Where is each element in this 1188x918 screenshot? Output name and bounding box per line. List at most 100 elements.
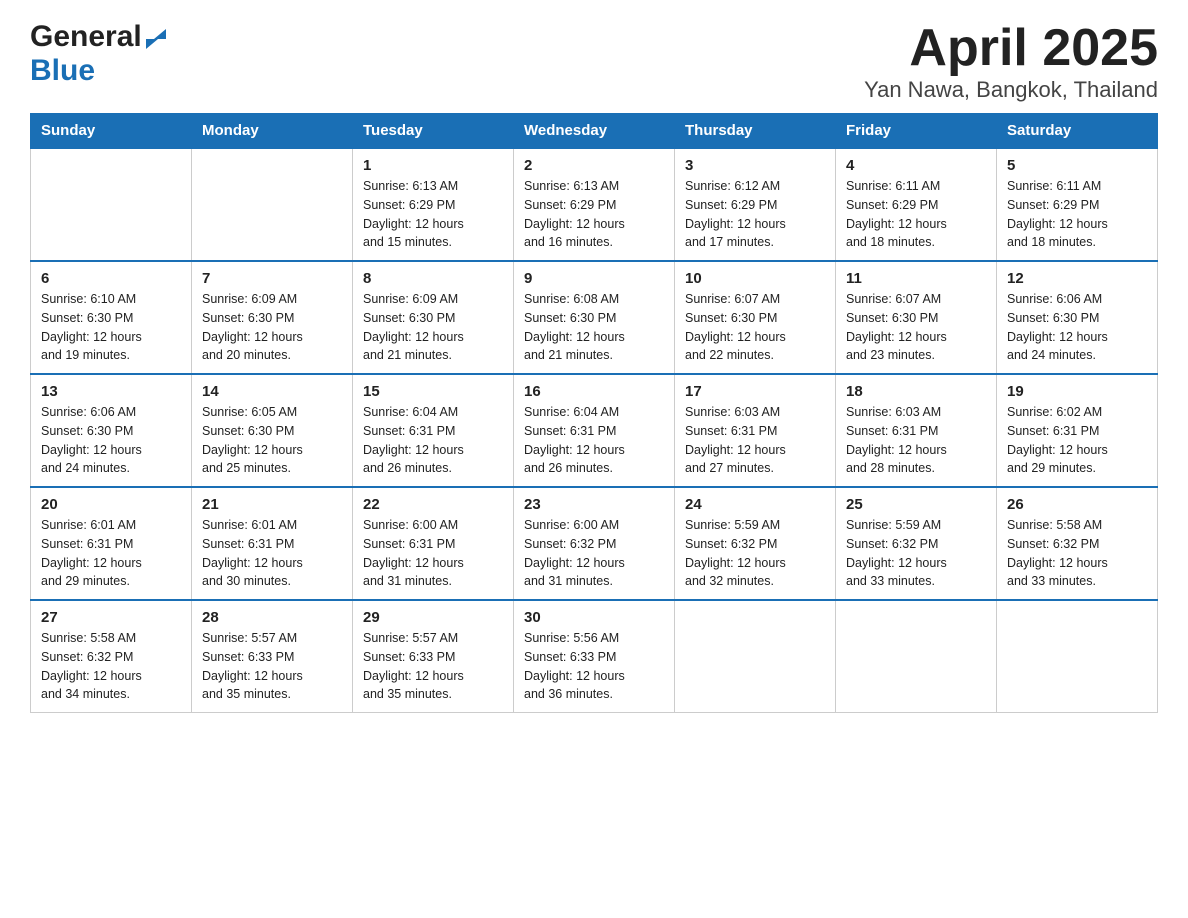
calendar-cell [997,600,1158,713]
day-info: Sunrise: 5:58 AMSunset: 6:32 PMDaylight:… [41,629,181,704]
day-info: Sunrise: 6:07 AMSunset: 6:30 PMDaylight:… [846,290,986,365]
day-info: Sunrise: 6:07 AMSunset: 6:30 PMDaylight:… [685,290,825,365]
day-number: 14 [202,383,342,400]
calendar-cell: 7 Sunrise: 6:09 AMSunset: 6:30 PMDaylight… [192,261,353,374]
calendar-table: SundayMondayTuesdayWednesdayThursdayFrid… [30,113,1158,713]
day-number: 7 [202,270,342,287]
calendar-cell: 26 Sunrise: 5:58 AMSunset: 6:32 PMDayligh… [997,487,1158,600]
day-info: Sunrise: 6:09 AMSunset: 6:30 PMDaylight:… [202,290,342,365]
header-friday: Friday [836,114,997,149]
calendar-cell: 14 Sunrise: 6:05 AMSunset: 6:30 PMDayligh… [192,374,353,487]
day-number: 9 [524,270,664,287]
header-thursday: Thursday [675,114,836,149]
logo-blue-text: Blue [30,54,95,87]
header-wednesday: Wednesday [514,114,675,149]
calendar-cell: 30Sunrise: 5:56 AMSunset: 6:33 PMDayligh… [514,600,675,713]
day-number: 24 [685,496,825,513]
day-info: Sunrise: 5:57 AMSunset: 6:33 PMDaylight:… [202,629,342,704]
calendar-cell: 8Sunrise: 6:09 AMSunset: 6:30 PMDaylight… [353,261,514,374]
calendar-week-row: 20 Sunrise: 6:01 AMSunset: 6:31 PMDayligh… [31,487,1158,600]
day-info: Sunrise: 6:03 AMSunset: 6:31 PMDaylight:… [685,403,825,478]
calendar-cell: 9 Sunrise: 6:08 AMSunset: 6:30 PMDaylight… [514,261,675,374]
day-number: 5 [1007,157,1147,174]
day-info: Sunrise: 6:06 AMSunset: 6:30 PMDaylight:… [41,403,181,478]
day-number: 20 [41,496,181,513]
calendar-cell: 25 Sunrise: 5:59 AMSunset: 6:32 PMDayligh… [836,487,997,600]
calendar-cell: 11 Sunrise: 6:07 AMSunset: 6:30 PMDayligh… [836,261,997,374]
day-info: Sunrise: 6:13 AMSunset: 6:29 PMDaylight:… [363,177,503,252]
calendar-week-row: 1 Sunrise: 6:13 AMSunset: 6:29 PMDaylight… [31,148,1158,261]
day-number: 8 [363,270,503,287]
day-number: 25 [846,496,986,513]
calendar-cell: 2Sunrise: 6:13 AMSunset: 6:29 PMDaylight… [514,148,675,261]
calendar-cell [31,148,192,261]
calendar-cell: 15 Sunrise: 6:04 AMSunset: 6:31 PMDayligh… [353,374,514,487]
day-info: Sunrise: 6:04 AMSunset: 6:31 PMDaylight:… [363,403,503,478]
calendar-cell: 1 Sunrise: 6:13 AMSunset: 6:29 PMDaylight… [353,148,514,261]
calendar-cell [675,600,836,713]
day-number: 30 [524,609,664,626]
day-info: Sunrise: 6:00 AMSunset: 6:32 PMDaylight:… [524,516,664,591]
calendar-cell: 24Sunrise: 5:59 AMSunset: 6:32 PMDayligh… [675,487,836,600]
calendar-cell: 29 Sunrise: 5:57 AMSunset: 6:33 PMDayligh… [353,600,514,713]
day-number: 12 [1007,270,1147,287]
day-number: 17 [685,383,825,400]
calendar-cell: 5Sunrise: 6:11 AMSunset: 6:29 PMDaylight… [997,148,1158,261]
day-number: 11 [846,270,986,287]
calendar-cell: 27 Sunrise: 5:58 AMSunset: 6:32 PMDayligh… [31,600,192,713]
day-info: Sunrise: 5:57 AMSunset: 6:33 PMDaylight:… [363,629,503,704]
day-number: 19 [1007,383,1147,400]
header-saturday: Saturday [997,114,1158,149]
calendar-cell: 28 Sunrise: 5:57 AMSunset: 6:33 PMDayligh… [192,600,353,713]
calendar-cell: 19 Sunrise: 6:02 AMSunset: 6:31 PMDayligh… [997,374,1158,487]
calendar-week-row: 6Sunrise: 6:10 AMSunset: 6:30 PMDaylight… [31,261,1158,374]
calendar-cell: 10Sunrise: 6:07 AMSunset: 6:30 PMDayligh… [675,261,836,374]
calendar-cell: 4 Sunrise: 6:11 AMSunset: 6:29 PMDaylight… [836,148,997,261]
day-info: Sunrise: 6:11 AMSunset: 6:29 PMDaylight:… [846,177,986,252]
day-info: Sunrise: 6:00 AMSunset: 6:31 PMDaylight:… [363,516,503,591]
day-info: Sunrise: 6:12 AMSunset: 6:29 PMDaylight:… [685,177,825,252]
day-info: Sunrise: 6:05 AMSunset: 6:30 PMDaylight:… [202,403,342,478]
day-info: Sunrise: 6:08 AMSunset: 6:30 PMDaylight:… [524,290,664,365]
calendar-cell [192,148,353,261]
header-monday: Monday [192,114,353,149]
day-number: 13 [41,383,181,400]
calendar-cell: 3 Sunrise: 6:12 AMSunset: 6:29 PMDaylight… [675,148,836,261]
day-number: 18 [846,383,986,400]
page-header: General Blue April 2025 Yan Nawa, Bangko… [30,20,1158,103]
day-number: 23 [524,496,664,513]
day-number: 27 [41,609,181,626]
day-number: 28 [202,609,342,626]
calendar-cell: 12 Sunrise: 6:06 AMSunset: 6:30 PMDayligh… [997,261,1158,374]
day-info: Sunrise: 6:06 AMSunset: 6:30 PMDaylight:… [1007,290,1147,365]
day-number: 3 [685,157,825,174]
calendar-cell: 18Sunrise: 6:03 AMSunset: 6:31 PMDayligh… [836,374,997,487]
day-info: Sunrise: 6:02 AMSunset: 6:31 PMDaylight:… [1007,403,1147,478]
day-number: 1 [363,157,503,174]
day-number: 29 [363,609,503,626]
day-number: 4 [846,157,986,174]
day-number: 26 [1007,496,1147,513]
day-number: 6 [41,270,181,287]
calendar-cell [836,600,997,713]
calendar-cell: 21 Sunrise: 6:01 AMSunset: 6:31 PMDayligh… [192,487,353,600]
calendar-cell: 6Sunrise: 6:10 AMSunset: 6:30 PMDaylight… [31,261,192,374]
title-block: April 2025 Yan Nawa, Bangkok, Thailand [864,20,1158,103]
day-number: 15 [363,383,503,400]
calendar-cell: 22Sunrise: 6:00 AMSunset: 6:31 PMDayligh… [353,487,514,600]
page-subtitle: Yan Nawa, Bangkok, Thailand [864,77,1158,103]
day-info: Sunrise: 6:01 AMSunset: 6:31 PMDaylight:… [41,516,181,591]
header-tuesday: Tuesday [353,114,514,149]
day-info: Sunrise: 6:04 AMSunset: 6:31 PMDaylight:… [524,403,664,478]
calendar-week-row: 13 Sunrise: 6:06 AMSunset: 6:30 PMDayligh… [31,374,1158,487]
day-number: 21 [202,496,342,513]
day-info: Sunrise: 6:13 AMSunset: 6:29 PMDaylight:… [524,177,664,252]
calendar-cell: 20 Sunrise: 6:01 AMSunset: 6:31 PMDayligh… [31,487,192,600]
day-info: Sunrise: 5:59 AMSunset: 6:32 PMDaylight:… [846,516,986,591]
day-info: Sunrise: 5:58 AMSunset: 6:32 PMDaylight:… [1007,516,1147,591]
logo-triangle-top [154,29,166,39]
day-info: Sunrise: 6:01 AMSunset: 6:31 PMDaylight:… [202,516,342,591]
page-title: April 2025 [864,20,1158,77]
calendar-cell: 23 Sunrise: 6:00 AMSunset: 6:32 PMDayligh… [514,487,675,600]
calendar-week-row: 27 Sunrise: 5:58 AMSunset: 6:32 PMDayligh… [31,600,1158,713]
